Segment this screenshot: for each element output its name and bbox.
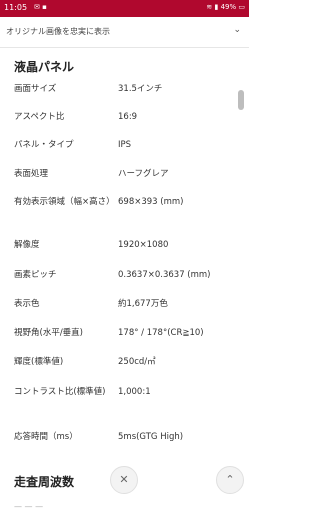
spec-value: 698×393 (mm) (118, 197, 184, 207)
spec-label: パネル・タイプ (14, 140, 74, 150)
spec-value: ハーフグレア (118, 169, 169, 179)
section-title: 液晶パネル (14, 60, 75, 74)
banner-text: オリジナル画像を忠実に表示 (6, 27, 110, 36)
spec-label: 解像度 (14, 240, 40, 250)
spec-label: 応答時間（ms） (14, 432, 78, 442)
chevron-down-icon[interactable]: ⌄ (233, 25, 241, 35)
scrollbar-thumb[interactable] (238, 90, 244, 110)
spec-value: 0.3637×0.3637 (mm) (118, 270, 211, 280)
signal-icon: ▮ (214, 3, 219, 11)
spec-value: 31.5インチ (118, 84, 163, 94)
spec-value: 約1,677万色 (118, 299, 168, 309)
battery-text: 49% (220, 3, 237, 11)
spec-label: 有効表示領域（幅×高さ） (14, 197, 115, 207)
spec-value: 178° / 178°(CR≧10) (118, 328, 204, 338)
spec-label: 視野角(水平/垂直) (14, 328, 83, 338)
section-title: 走査周波数 (14, 475, 75, 489)
spec-label: 画素ピッチ (14, 270, 57, 280)
spec-value: 16:9 (118, 112, 138, 122)
spec-label: 輝度(標準値) (14, 357, 64, 367)
status-time: 11:05 (4, 3, 28, 12)
faded-row: — — — (14, 502, 44, 511)
chevron-up-icon[interactable]: ⌃ (216, 466, 244, 494)
spec-label: 表面処理 (14, 169, 49, 179)
battery-icon: ▭ (238, 3, 245, 11)
feature-banner[interactable]: オリジナル画像を忠実に表示 ⌄ (0, 17, 249, 48)
spec-value: 1,000:1 (118, 387, 151, 397)
close-icon[interactable]: ✕ (110, 466, 138, 494)
status-bar: 11:05 ✉ ▪ ≋ ▮ 49% ▭ (0, 0, 249, 17)
notification-icons: ✉ ▪ (34, 3, 47, 11)
spec-value: 250cd/㎡ (118, 357, 156, 367)
status-indicators: ≋ ▮ 49% ▭ (206, 3, 245, 11)
spec-label: アスペクト比 (14, 112, 65, 122)
spec-label: コントラスト比(標準値) (14, 387, 106, 397)
spec-value: IPS (118, 140, 132, 150)
wifi-icon: ≋ (206, 3, 213, 11)
spec-label: 画面サイズ (14, 84, 57, 94)
spec-value: 1920×1080 (118, 240, 169, 250)
spec-label: 表示色 (14, 299, 40, 309)
spec-value: 5ms(GTG High) (118, 432, 184, 442)
